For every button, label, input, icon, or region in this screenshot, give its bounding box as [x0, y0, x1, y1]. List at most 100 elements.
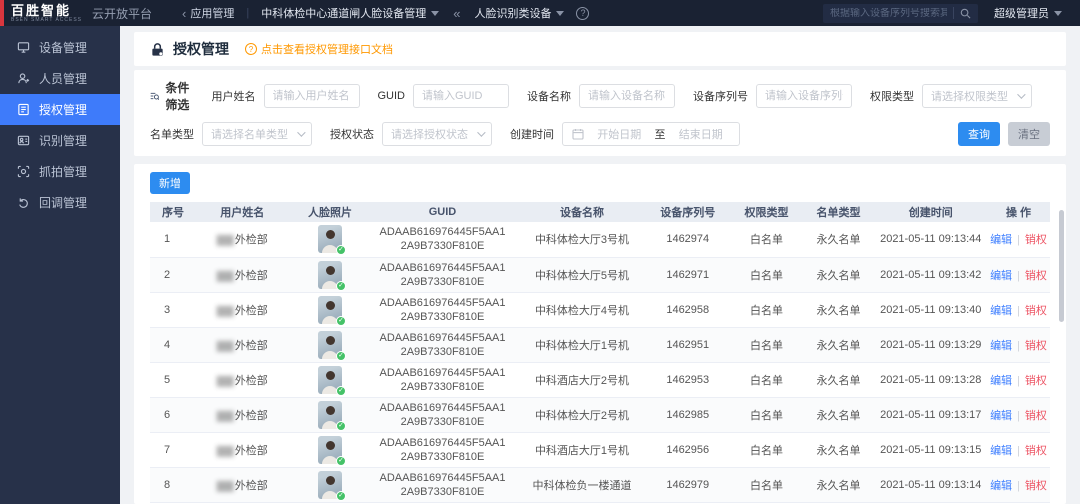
verified-check-icon: ✓	[336, 315, 346, 326]
chevron-left-icon: ‹	[182, 5, 187, 21]
cell-index: 1	[150, 222, 191, 258]
topbar-search[interactable]	[823, 3, 978, 23]
face-photo-thumbnail[interactable]: ✓	[318, 295, 346, 326]
cell-perm-type: 白名单	[730, 432, 803, 468]
verified-check-icon: ✓	[336, 455, 346, 466]
input-用户姓名[interactable]	[263, 84, 360, 108]
face-photo-thumbnail[interactable]: ✓	[318, 260, 346, 291]
cell-index: 5	[150, 362, 191, 398]
face-photo-thumbnail[interactable]: ✓	[318, 225, 346, 256]
edit-link[interactable]: 编辑	[990, 445, 1012, 457]
guid-line2: 2A9B7330F810E	[400, 310, 485, 323]
sidebar-item-授权管理[interactable]: 授权管理	[0, 94, 120, 125]
select-授权状态[interactable]: 请选择授权状态	[382, 122, 492, 146]
search-divider	[953, 7, 954, 19]
edit-link[interactable]: 编辑	[990, 340, 1012, 352]
revoke-link[interactable]: 销权	[1025, 410, 1047, 422]
cell-device-name: 中科体检大厅2号机	[519, 397, 645, 433]
cell-created: 2021-05-11 09:13:17	[874, 397, 987, 433]
sidebar-item-设备管理[interactable]: 设备管理	[0, 32, 120, 63]
table-row: 6 ███ 外检部 ✓ ADAAB616976445F5AA1 2A9B7330F810E…	[150, 397, 1050, 433]
cell-index: 8	[150, 467, 191, 503]
query-button[interactable]: 查询	[958, 122, 1000, 146]
edit-link[interactable]: 编辑	[990, 270, 1012, 282]
revoke-link[interactable]: 销权	[1025, 340, 1047, 352]
face-photo-thumbnail[interactable]: ✓	[318, 435, 346, 466]
end-date-placeholder[interactable]: 结束日期	[672, 126, 731, 142]
help-icon[interactable]: ?	[576, 6, 590, 20]
sidebar-item-识别管理[interactable]: 识别管理	[0, 125, 120, 156]
face-photo-thumbnail[interactable]: ✓	[318, 365, 346, 396]
cell-actions: 编辑 | 销权	[987, 292, 1050, 328]
search-input[interactable]	[830, 7, 947, 19]
edit-link[interactable]: 编辑	[990, 480, 1012, 492]
date-range-picker[interactable]: 开始日期 至 结束日期	[562, 122, 740, 146]
table-row: 5 ███ 外检部 ✓ ADAAB616976445F5AA1 2A9B7330F810E…	[150, 362, 1050, 398]
guid-line2: 2A9B7330F810E	[400, 275, 485, 288]
app-selector-dropdown[interactable]: 中科体检中心通道闸人脸设备管理	[261, 5, 440, 21]
search-icon[interactable]	[960, 8, 971, 19]
revoke-link[interactable]: 销权	[1025, 375, 1047, 387]
sidebar-item-抓拍管理[interactable]: 抓拍管理	[0, 156, 120, 187]
date-separator: 至	[654, 129, 666, 141]
double-chevron-left-icon[interactable]: «	[453, 6, 460, 21]
edit-link[interactable]: 编辑	[990, 375, 1012, 387]
edit-link[interactable]: 编辑	[990, 234, 1012, 246]
input-设备名称[interactable]	[579, 84, 675, 108]
input-GUID[interactable]	[413, 84, 509, 108]
filter-buttons: 查询 清空	[958, 122, 1050, 146]
guid-line2: 2A9B7330F810E	[400, 240, 485, 253]
column-header-3: 人脸照片	[294, 202, 366, 222]
avatar-head	[325, 475, 335, 485]
revoke-link[interactable]: 销权	[1025, 445, 1047, 457]
revoke-link[interactable]: 销权	[1025, 270, 1047, 282]
sidebar-item-label: 设备管理	[39, 41, 88, 55]
back-label: 应用管理	[190, 8, 235, 20]
add-button[interactable]: 新增	[150, 172, 190, 194]
cell-index: 6	[150, 397, 191, 433]
api-doc-link[interactable]: ? 点击查看授权管理接口文档	[245, 41, 393, 57]
sidebar-item-人员管理[interactable]: 人员管理	[0, 63, 120, 94]
verified-check-icon: ✓	[336, 280, 346, 291]
action-separator: |	[1017, 479, 1020, 492]
cell-created: 2021-05-11 09:13:15	[874, 432, 987, 468]
clear-button[interactable]: 清空	[1008, 122, 1050, 146]
person-icon	[17, 72, 30, 85]
cell-list-type: 永久名单	[802, 467, 875, 503]
edit-link[interactable]: 编辑	[990, 305, 1012, 317]
column-header-4: GUID	[366, 202, 519, 222]
device-type-dropdown[interactable]: 人脸识别类设备	[474, 5, 565, 21]
user-menu[interactable]: 超级管理员	[994, 5, 1062, 21]
select-权限类型[interactable]: 请选择权限类型	[922, 84, 1032, 108]
cell-perm-type: 白名单	[730, 467, 803, 503]
revoke-link[interactable]: 销权	[1025, 480, 1047, 492]
back-to-app-management[interactable]: ‹ 应用管理	[182, 5, 234, 21]
face-photo-thumbnail[interactable]: ✓	[318, 400, 346, 431]
select-名单类型[interactable]: 请选择名单类型	[202, 122, 312, 146]
cell-serial: 1462951	[645, 327, 731, 363]
start-date-placeholder[interactable]: 开始日期	[590, 126, 649, 142]
column-header-9: 创建时间	[874, 202, 987, 222]
platform-name: 云开放平台	[92, 6, 153, 21]
revoke-link[interactable]: 销权	[1025, 234, 1047, 246]
sidebar: 设备管理人员管理 授权管理 识别管理抓拍管理回调管理	[0, 26, 120, 504]
filter-field-设备名称: 设备名称	[527, 84, 675, 108]
sidebar-item-回调管理[interactable]: 回调管理	[0, 187, 120, 218]
cell-serial: 1462956	[645, 432, 731, 468]
sidebar-item-label: 抓拍管理	[39, 165, 88, 179]
cell-actions: 编辑 | 销权	[987, 222, 1050, 258]
scrollbar-thumb[interactable]	[1059, 210, 1064, 322]
face-photo-thumbnail[interactable]: ✓	[318, 330, 346, 361]
input-设备序列号[interactable]	[756, 84, 852, 108]
cell-guid: ADAAB616976445F5AA1 2A9B7330F810E	[366, 432, 519, 468]
topbar-divider: |	[246, 7, 250, 19]
name-suffix: 外检部	[234, 479, 268, 492]
cell-actions: 编辑 | 销权	[987, 362, 1050, 398]
column-header-2: 用户姓名	[190, 202, 294, 222]
filter-label: GUID	[377, 90, 406, 102]
revoke-link[interactable]: 销权	[1025, 305, 1047, 317]
question-icon: ?	[245, 43, 257, 55]
face-photo-thumbnail[interactable]: ✓	[318, 470, 346, 501]
edit-link[interactable]: 编辑	[990, 410, 1012, 422]
guid-line2: 2A9B7330F810E	[400, 345, 485, 358]
